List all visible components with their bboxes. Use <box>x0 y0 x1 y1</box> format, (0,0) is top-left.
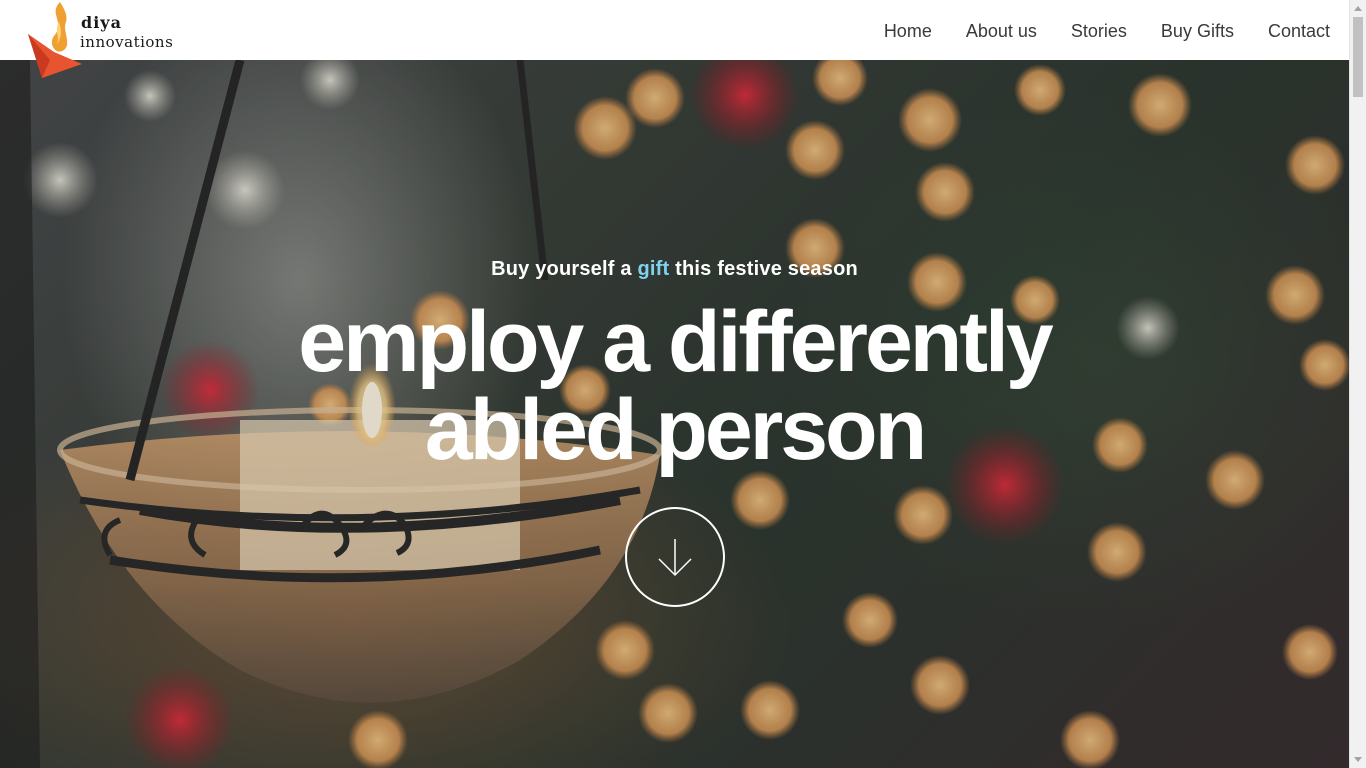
flame-diya-logo-icon <box>28 2 82 78</box>
scroll-down-button[interactable] <box>625 507 725 607</box>
brand-name-line2: innovations <box>80 33 174 51</box>
page-scrollbar[interactable] <box>1349 0 1366 768</box>
nav-home-link[interactable]: Home <box>884 19 932 43</box>
hero-headline-line2: abled person <box>424 382 927 478</box>
nav-about-link[interactable]: About us <box>966 19 1037 43</box>
main-nav: Home About us Stories Buy Gifts Contact <box>850 19 1330 43</box>
scroll-up-arrow-icon[interactable] <box>1354 6 1362 11</box>
hero-subtitle-highlight: gift <box>637 258 670 280</box>
scrollbar-thumb[interactable] <box>1353 17 1363 97</box>
hero-subtitle-start: Buy yourself a <box>491 258 638 280</box>
nav-contact-link[interactable]: Contact <box>1268 19 1330 43</box>
nav-stories-link[interactable]: Stories <box>1071 19 1127 43</box>
brand-name-line1: diya <box>81 13 122 32</box>
arrow-down-icon <box>658 539 692 577</box>
nav-buy-gifts-link[interactable]: Buy Gifts <box>1161 19 1234 43</box>
hero-subtitle-end: this festive season <box>669 258 858 280</box>
top-navbar: diya innovations Home About us Stories B… <box>0 0 1349 78</box>
brand-logo[interactable]: diya innovations <box>26 0 176 78</box>
hero-section: Buy yourself a gift this festive season … <box>0 60 1349 768</box>
scroll-down-arrow-icon[interactable] <box>1354 757 1362 762</box>
hero-headline-line1: employ a differently <box>298 294 1053 390</box>
hero-subtitle: Buy yourself a gift this festive season <box>0 258 1349 281</box>
hero-headline: employ a differently abled person <box>0 298 1349 474</box>
